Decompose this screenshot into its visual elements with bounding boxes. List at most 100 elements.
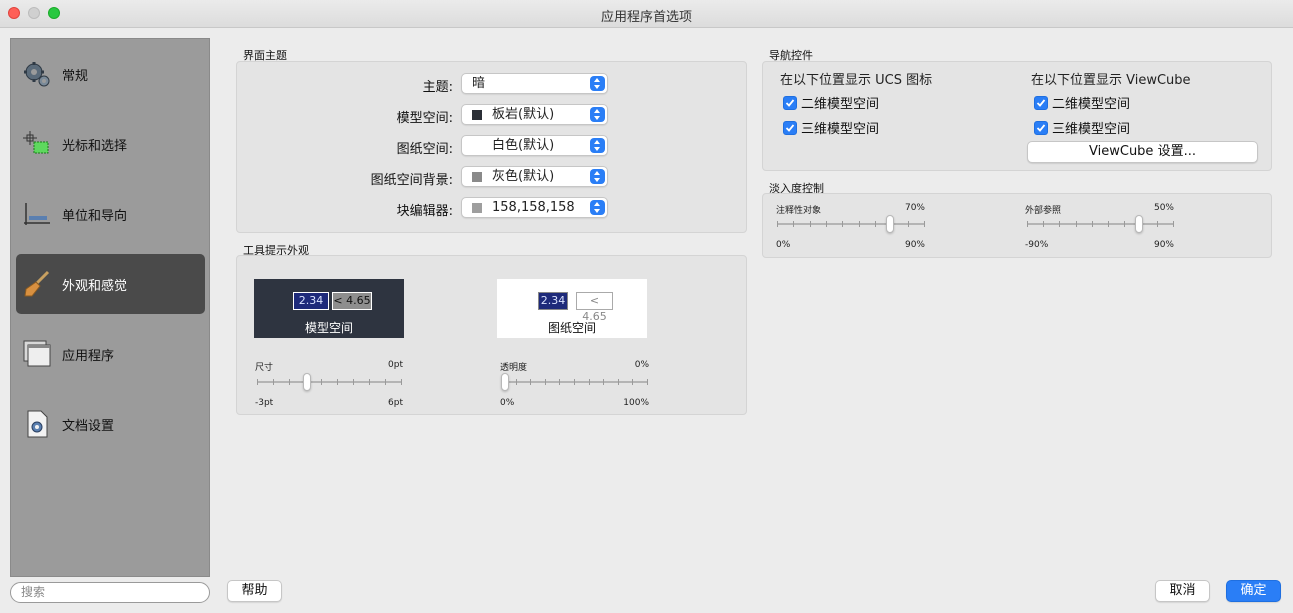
checkbox-checked-icon[interactable]	[1034, 95, 1048, 110]
slider-tick	[908, 221, 909, 227]
cancel-button[interactable]: 取消	[1155, 580, 1210, 602]
size-slider[interactable]	[257, 372, 402, 392]
ucs-2d-label: 二维模型空间	[801, 97, 880, 112]
ucs-3d-option[interactable]: 三维模型空间	[783, 118, 879, 137]
paper-space-select[interactable]: 白色(默认)	[461, 135, 608, 156]
size-slider-max: 6pt	[388, 398, 403, 408]
model-space-select[interactable]: 板岩(默认)	[461, 104, 608, 125]
slider-tick	[257, 379, 258, 385]
transparency-slider-min: 0%	[500, 398, 515, 408]
slider-tick	[859, 221, 860, 227]
slider-tick	[516, 379, 517, 385]
xref-fade-slider[interactable]	[1027, 214, 1174, 234]
xref-max: 90%	[1153, 240, 1174, 250]
sidebar-item-application[interactable]: 应用程序	[16, 324, 205, 384]
slider-track	[257, 381, 402, 383]
slider-tick	[875, 221, 876, 227]
theme-select[interactable]: 暗	[461, 73, 608, 94]
slider-tick	[353, 379, 354, 385]
slider-tick	[530, 379, 531, 385]
tooltip-appearance-group: 2.34 < 4.65 模型空间 2.34 < 4.65 图纸空间 尺寸 0pt…	[236, 255, 747, 415]
transparency-slider-current: 0%	[634, 360, 649, 370]
slider-tick	[793, 221, 794, 227]
model-space-label: 模型空间:	[396, 111, 453, 126]
sidebar-item-general[interactable]: 常规	[16, 44, 205, 104]
slider-knob[interactable]	[886, 215, 894, 233]
sidebar-item-label: 光标和选择	[62, 138, 128, 154]
checkbox-checked-icon[interactable]	[783, 95, 797, 110]
theme-label: 主题:	[422, 80, 453, 95]
document-settings-icon	[20, 407, 54, 441]
theme-value: 暗	[472, 76, 486, 91]
sidebar-item-look-and-feel[interactable]: 外观和感觉	[16, 254, 205, 314]
slider-tick	[289, 379, 290, 385]
slider-tick	[647, 379, 648, 385]
slider-knob[interactable]	[303, 373, 311, 391]
slider-tick	[1043, 221, 1044, 227]
xref-current: 50%	[1153, 203, 1174, 213]
slider-tick	[321, 379, 322, 385]
slider-tick	[401, 379, 402, 385]
ucs-2d-option[interactable]: 二维模型空间	[783, 93, 879, 112]
fade-control-group: 注释性对象 70% 0% 90% 外部参照 50% -90% 90%	[762, 193, 1272, 258]
preview-value-2: < 4.65	[576, 292, 613, 323]
ucs-3d-label: 三维模型空间	[801, 122, 880, 137]
slider-track	[1027, 223, 1174, 225]
annotative-current: 70%	[904, 203, 925, 213]
slider-tick	[1173, 221, 1174, 227]
slider-tick	[632, 379, 633, 385]
slider-tick	[826, 221, 827, 227]
slider-tick	[589, 379, 590, 385]
model-space-preview: 2.34 < 4.65 模型空间	[254, 279, 404, 338]
slider-tick	[574, 379, 575, 385]
transparency-slider[interactable]	[501, 372, 648, 392]
slider-tick	[273, 379, 274, 385]
paper-bg-value: 灰色(默认)	[492, 169, 555, 184]
color-swatch	[472, 171, 482, 182]
paper-bg-label: 图纸空间背景:	[370, 173, 453, 188]
slider-tick	[1059, 221, 1060, 227]
annotative-max: 90%	[904, 240, 925, 250]
checkbox-checked-icon[interactable]	[783, 120, 797, 135]
sidebar-item-label: 外观和感觉	[62, 278, 128, 294]
viewcube-settings-button[interactable]: ViewCube 设置...	[1027, 141, 1258, 163]
paper-space-value: 白色(默认)	[492, 138, 555, 153]
help-button[interactable]: 帮助	[227, 580, 282, 602]
preview-value-1: 2.34	[293, 292, 329, 310]
slider-tick	[559, 379, 560, 385]
window-title: 应用程序首选项	[600, 10, 692, 25]
block-editor-label: 块编辑器:	[396, 204, 453, 219]
viewcube-heading: 在以下位置显示 ViewCube	[1031, 73, 1191, 88]
size-slider-current: 0pt	[388, 360, 403, 370]
sidebar-item-label: 常规	[62, 68, 89, 84]
slider-knob[interactable]	[1135, 215, 1143, 233]
annotative-fade-slider[interactable]	[777, 214, 925, 234]
transparency-slider-max: 100%	[623, 398, 649, 408]
sidebar-item-cursor-selection[interactable]: 光标和选择	[16, 114, 205, 174]
paper-bg-select[interactable]: 灰色(默认)	[461, 166, 608, 187]
ok-button[interactable]: 确定	[1226, 580, 1281, 602]
slider-tick	[1108, 221, 1109, 227]
sidebar-item-label: 应用程序	[62, 348, 115, 364]
viewcube-2d-option[interactable]: 二维模型空间	[1034, 93, 1130, 112]
slider-tick	[603, 379, 604, 385]
slider-tick	[337, 379, 338, 385]
annotative-min: 0%	[776, 240, 791, 250]
sidebar-item-document-settings[interactable]: 文档设置	[16, 394, 205, 454]
viewcube-3d-option[interactable]: 三维模型空间	[1034, 118, 1130, 137]
xref-min: -90%	[1025, 240, 1049, 250]
slider-tick	[842, 221, 843, 227]
paper-space-preview: 2.34 < 4.65 图纸空间	[497, 279, 647, 338]
viewcube-2d-label: 二维模型空间	[1052, 97, 1131, 112]
sidebar-item-units[interactable]: 单位和导向	[16, 184, 205, 244]
search-input[interactable]: 搜索	[10, 582, 210, 603]
color-swatch	[472, 140, 482, 151]
viewcube-3d-label: 三维模型空间	[1052, 122, 1131, 137]
chevron-updown-icon	[590, 76, 605, 91]
block-editor-select[interactable]: 158,158,158	[461, 197, 608, 218]
chevron-updown-icon	[590, 169, 605, 184]
slider-knob[interactable]	[501, 373, 509, 391]
slider-track	[777, 223, 925, 225]
block-editor-value: 158,158,158	[492, 200, 575, 215]
checkbox-checked-icon[interactable]	[1034, 120, 1048, 135]
